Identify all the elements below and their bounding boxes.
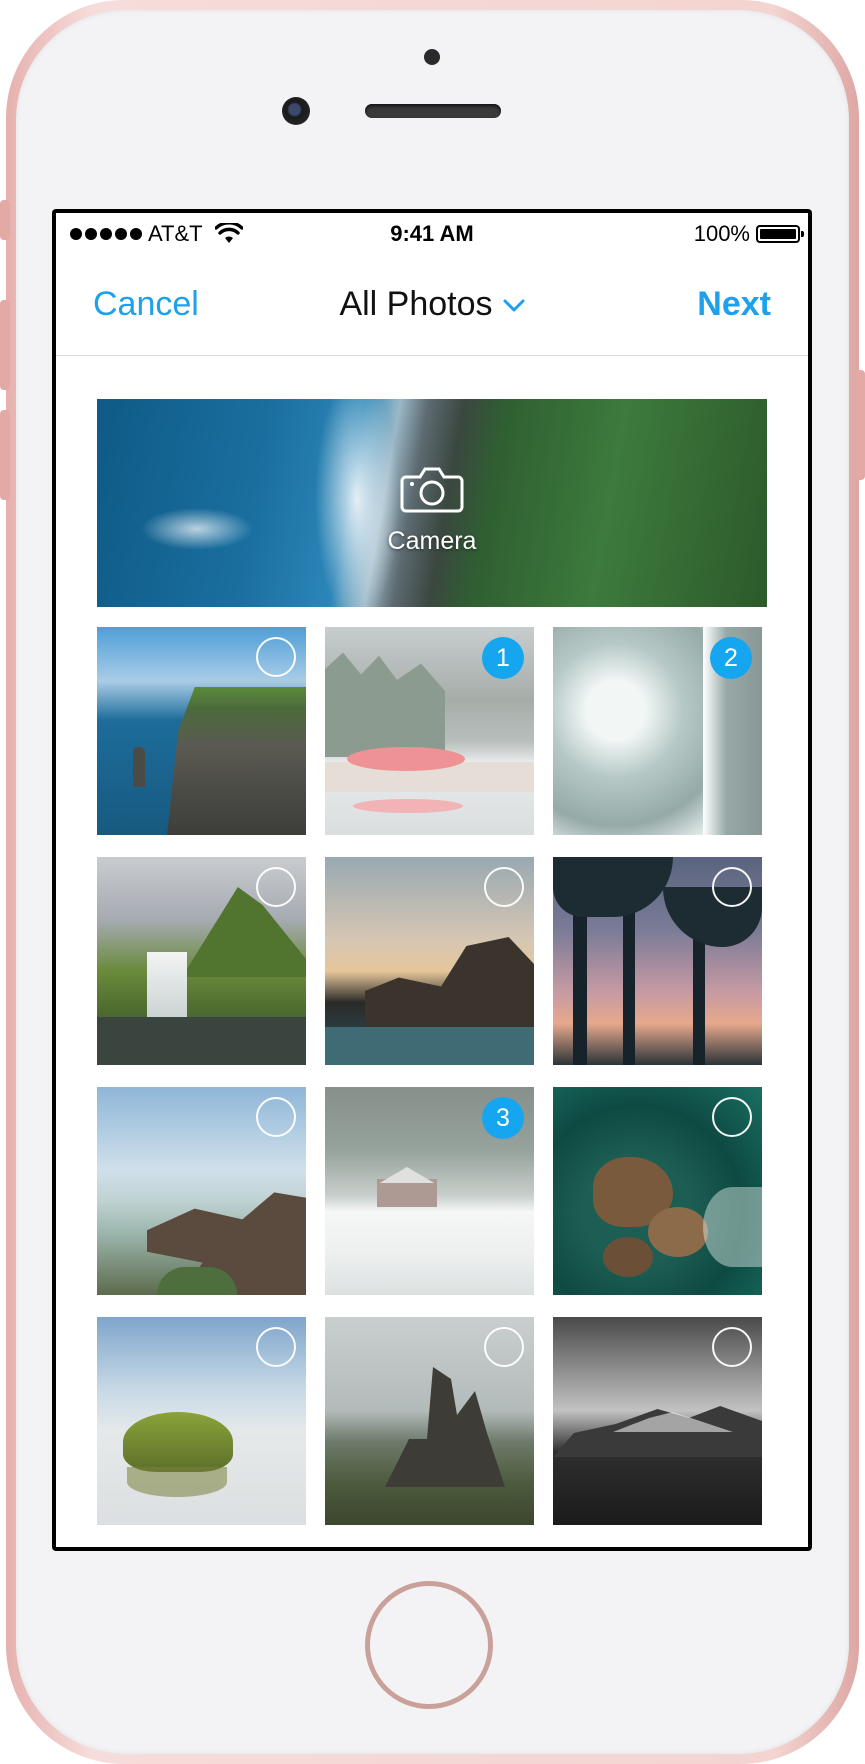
photo-thumbnail[interactable] xyxy=(553,1087,762,1295)
selection-circle[interactable] xyxy=(712,1097,752,1137)
screen-bezel: AT&T 9:41 AM 100% Cancel All Photos Next xyxy=(52,209,812,1551)
proximity-sensor xyxy=(424,49,440,65)
selection-circle[interactable] xyxy=(256,637,296,677)
selection-circle[interactable] xyxy=(484,867,524,907)
earpiece-speaker xyxy=(365,104,501,118)
volume-down-button xyxy=(0,410,10,500)
photo-thumbnail[interactable] xyxy=(553,857,762,1065)
selection-circle[interactable] xyxy=(712,1327,752,1367)
photo-thumbnail[interactable] xyxy=(97,1317,306,1525)
selection-badge[interactable]: 3 xyxy=(482,1097,524,1139)
photo-thumbnail[interactable] xyxy=(97,1087,306,1295)
selection-circle[interactable] xyxy=(256,867,296,907)
status-right: 100% xyxy=(693,221,804,247)
battery-icon xyxy=(756,225,804,243)
photo-thumbnail[interactable] xyxy=(97,627,306,835)
front-camera-icon xyxy=(282,97,310,125)
camera-tile[interactable]: Camera xyxy=(97,399,767,607)
selection-circle[interactable] xyxy=(712,867,752,907)
next-button[interactable]: Next xyxy=(697,285,771,324)
photo-thumbnail[interactable] xyxy=(553,1317,762,1525)
photo-thumbnail[interactable] xyxy=(325,857,534,1065)
selection-circle[interactable] xyxy=(256,1327,296,1367)
status-bar: AT&T 9:41 AM 100% xyxy=(56,213,808,247)
battery-percent: 100% xyxy=(693,221,750,246)
home-button[interactable] xyxy=(365,1581,493,1709)
photo-thumbnail[interactable]: 1 xyxy=(325,627,534,835)
album-picker[interactable]: All Photos xyxy=(56,285,808,324)
selection-circle[interactable] xyxy=(256,1097,296,1137)
chevron-down-icon xyxy=(503,299,525,312)
display: AT&T 9:41 AM 100% Cancel All Photos Next xyxy=(56,213,808,1547)
photo-thumbnail[interactable] xyxy=(325,1317,534,1525)
volume-up-button xyxy=(0,300,10,390)
album-title: All Photos xyxy=(339,285,493,323)
photo-thumbnail[interactable] xyxy=(97,857,306,1065)
selection-badge[interactable]: 2 xyxy=(710,637,752,679)
selection-circle[interactable] xyxy=(484,1327,524,1367)
mute-switch xyxy=(0,200,10,240)
navigation-bar: Cancel All Photos Next xyxy=(56,247,808,356)
photo-thumbnail[interactable]: 2 xyxy=(553,627,762,835)
power-button xyxy=(855,370,865,480)
selection-badge[interactable]: 1 xyxy=(482,637,524,679)
camera-icon xyxy=(400,467,464,513)
photo-thumbnail[interactable]: 3 xyxy=(325,1087,534,1295)
camera-label: Camera xyxy=(387,527,477,555)
